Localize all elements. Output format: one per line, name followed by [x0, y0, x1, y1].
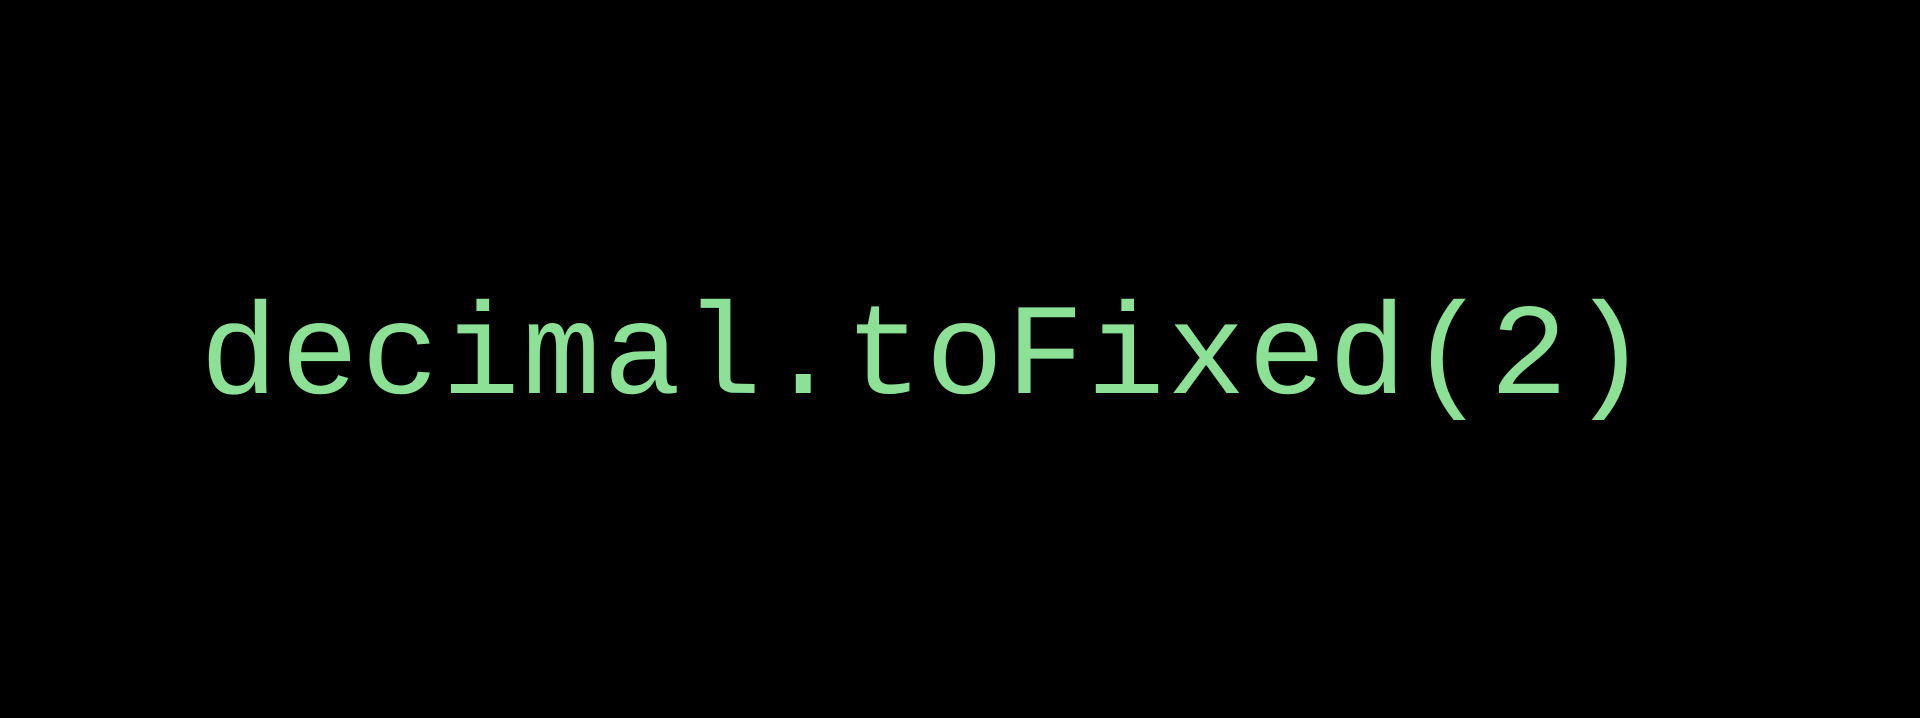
code-display-container: decimal.toFixed(2) [0, 0, 1920, 718]
code-expression: decimal.toFixed(2) [200, 286, 1651, 433]
